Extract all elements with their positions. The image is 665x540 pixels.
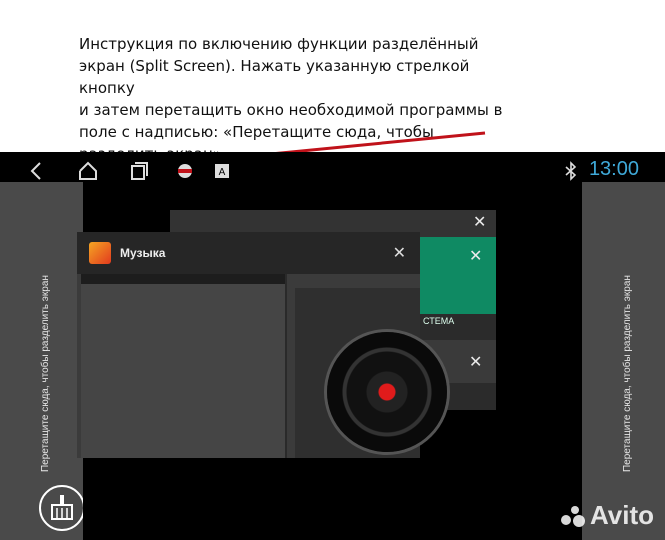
split-drop-zone-right[interactable]: Перетащите сюда, чтобы разделить экран bbox=[582, 182, 665, 540]
keyboard-icon: A bbox=[215, 164, 229, 178]
recents-area: ✕ ✕ СТЕМА ✕ Музыка ✕ bbox=[77, 182, 582, 540]
close-icon[interactable]: ✕ bbox=[393, 243, 406, 263]
clock: 13:00 bbox=[588, 158, 639, 180]
svg-text:A: A bbox=[219, 167, 226, 178]
app-icon bbox=[178, 164, 192, 178]
music-card-title: Музыка bbox=[120, 246, 166, 260]
broom-icon bbox=[51, 495, 73, 520]
system-card-label: СТЕМА bbox=[423, 316, 455, 326]
recent-card-music[interactable]: Музыка ✕ bbox=[77, 232, 447, 458]
clean-button[interactable] bbox=[39, 485, 85, 531]
back-icon[interactable] bbox=[26, 160, 48, 182]
android-screen: A 13:00 Перетащите сюда, чтобы разделить… bbox=[0, 152, 665, 540]
split-hint-left: Перетащите сюда, чтобы разделить экран bbox=[40, 275, 51, 472]
home-icon[interactable] bbox=[77, 160, 99, 182]
music-card-header: Музыка ✕ bbox=[77, 232, 420, 274]
music-preview-panel bbox=[81, 274, 287, 458]
close-icon[interactable]: ✕ bbox=[469, 246, 482, 266]
music-app-icon bbox=[89, 242, 111, 264]
split-drop-zone-left[interactable]: Перетащите сюда, чтобы разделить экран bbox=[0, 182, 85, 540]
close-icon[interactable]: ✕ bbox=[473, 212, 486, 232]
vinyl-disc-icon bbox=[327, 332, 447, 452]
split-hint-right: Перетащите сюда, чтобы разделить экран bbox=[622, 275, 633, 472]
recents-icon[interactable] bbox=[128, 160, 150, 182]
music-preview-bar bbox=[81, 274, 285, 284]
avito-logo-icon bbox=[561, 506, 585, 527]
bluetooth-icon bbox=[565, 161, 577, 181]
watermark: Avito bbox=[590, 500, 655, 530]
close-icon[interactable]: ✕ bbox=[469, 352, 482, 372]
